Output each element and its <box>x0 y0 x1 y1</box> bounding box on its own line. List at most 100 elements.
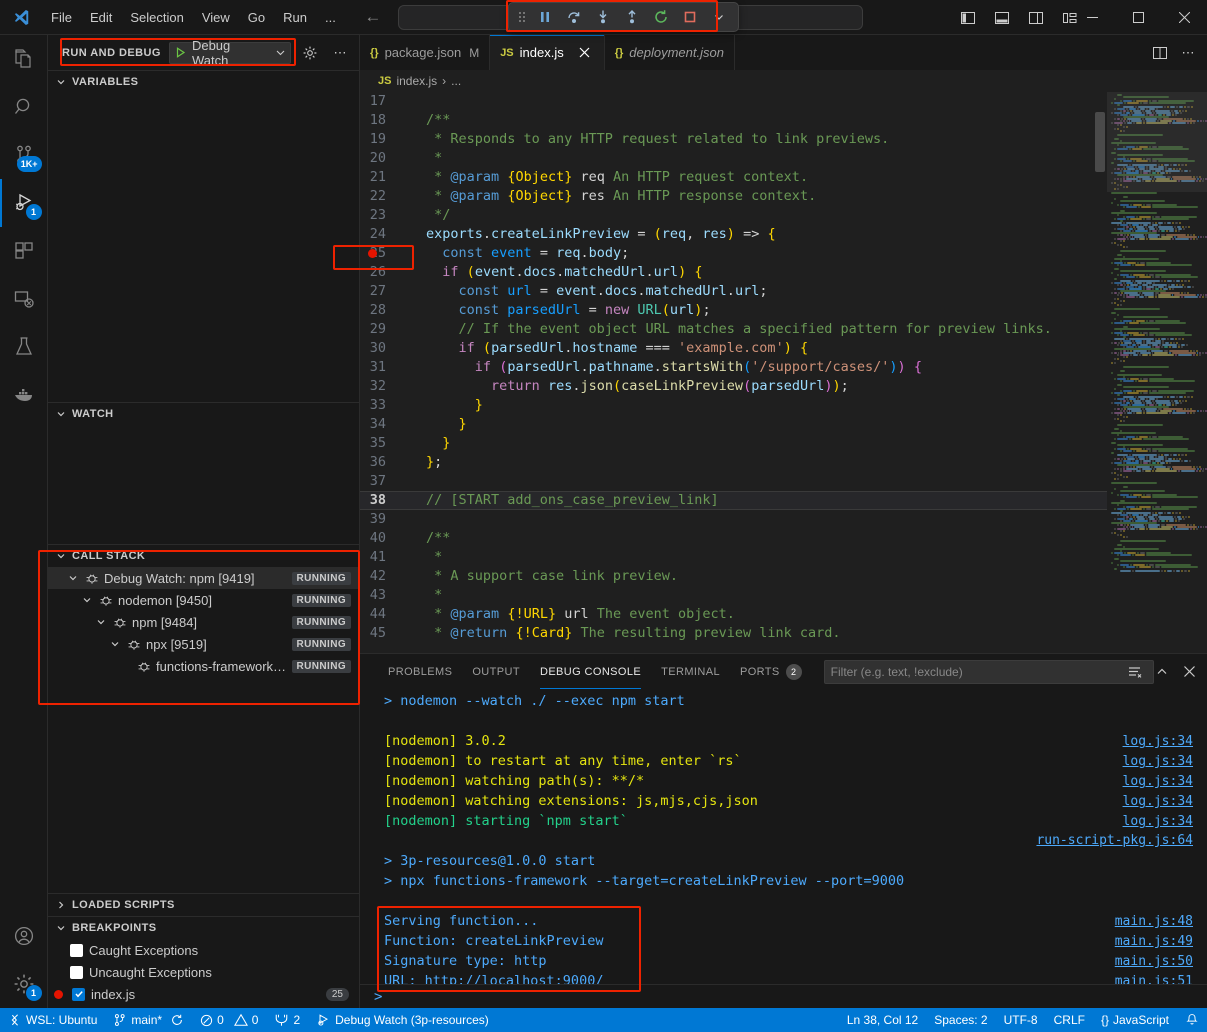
status-encoding[interactable]: UTF-8 <box>996 1008 1046 1032</box>
menu-file[interactable]: File <box>42 6 81 29</box>
call-stack-row[interactable]: functions-framework [954... RUNNING <box>48 655 359 677</box>
status-ports[interactable]: 2 <box>266 1008 308 1032</box>
maximize-button[interactable] <box>1115 0 1161 35</box>
stop-button[interactable] <box>676 5 703 29</box>
status-indentation[interactable]: Spaces: 2 <box>926 1008 995 1032</box>
console-source-link[interactable]: log.js:34 <box>1123 732 1193 752</box>
code-line[interactable]: 24exports.createLinkPreview = (req, res)… <box>360 225 1107 244</box>
toggle-panel-icon[interactable] <box>987 3 1017 33</box>
line-number[interactable]: 42 <box>360 567 408 586</box>
step-out-button[interactable] <box>618 5 645 29</box>
line-number[interactable]: 32 <box>360 377 408 396</box>
minimize-button[interactable] <box>1069 0 1115 35</box>
code-line[interactable]: 36}; <box>360 453 1107 472</box>
console-source-link[interactable]: log.js:34 <box>1123 752 1193 772</box>
launch-configuration-select[interactable]: Debug Watch <box>169 42 291 64</box>
breadcrumb-symbol[interactable]: ... <box>451 74 461 88</box>
console-source-link[interactable]: main.js:49 <box>1115 932 1193 952</box>
breakpoints-list[interactable]: Caught Exceptions Uncaught Exceptions in… <box>48 939 359 1005</box>
console-source-link[interactable]: main.js:48 <box>1115 912 1193 932</box>
line-number[interactable]: 31 <box>360 358 408 377</box>
debug-console-repl-input[interactable]: > <box>360 984 1207 1008</box>
code-line[interactable]: 33 } <box>360 396 1107 415</box>
launch-chevron-down-icon[interactable] <box>275 47 286 58</box>
line-number[interactable]: 29 <box>360 320 408 339</box>
line-number[interactable]: 20 <box>360 149 408 168</box>
panel-tab-output[interactable]: OUTPUT <box>462 654 530 689</box>
call-stack-row[interactable]: nodemon [9450] RUNNING <box>48 589 359 611</box>
tab-index-js[interactable]: JS index.js <box>490 35 605 70</box>
line-number[interactable]: 37 <box>360 472 408 491</box>
code-line[interactable]: 19 * Responds to any HTTP request relate… <box>360 130 1107 149</box>
maximize-panel-chevron-up-icon[interactable] <box>1150 660 1174 684</box>
line-number[interactable]: 19 <box>360 130 408 149</box>
open-launch-json-gear-icon[interactable] <box>299 42 321 64</box>
status-language-mode[interactable]: {} JavaScript <box>1093 1008 1177 1032</box>
panel-tab-terminal[interactable]: TERMINAL <box>651 654 730 689</box>
line-number[interactable]: 26 <box>360 263 408 282</box>
menu-more[interactable]: ... <box>316 6 345 29</box>
minimap-slider[interactable] <box>1107 92 1207 192</box>
console-source-link[interactable]: run-script-pkg.js:64 <box>1036 831 1193 851</box>
status-notifications[interactable] <box>1177 1008 1207 1032</box>
line-number[interactable]: 38 <box>360 491 408 510</box>
code-line[interactable]: 29 // If the event object URL matches a … <box>360 320 1107 339</box>
line-number[interactable]: 36 <box>360 453 408 472</box>
menu-view[interactable]: View <box>193 6 239 29</box>
debug-toolbar[interactable] <box>508 2 739 32</box>
section-header-watch[interactable]: WATCH <box>48 403 359 425</box>
code-line[interactable]: 34 } <box>360 415 1107 434</box>
activity-item-run-and-debug[interactable]: 1 <box>0 179 48 227</box>
breakpoint-checkbox[interactable] <box>72 988 85 1001</box>
start-debugging-play-icon[interactable] <box>174 46 187 59</box>
section-header-variables[interactable]: VARIABLES <box>48 71 359 93</box>
status-git-branch[interactable]: main* <box>105 1008 192 1032</box>
activity-item-explorer[interactable] <box>0 35 48 83</box>
section-header-loaded-scripts[interactable]: LOADED SCRIPTS <box>48 894 359 916</box>
more-actions-chevron-down-icon[interactable] <box>705 5 732 29</box>
chevron-down-icon[interactable] <box>80 595 94 605</box>
line-number[interactable]: 33 <box>360 396 408 415</box>
line-number[interactable]: 45 <box>360 624 408 643</box>
activity-item-docker[interactable] <box>0 371 48 419</box>
code-line[interactable]: 38// [START add_ons_case_preview_link] <box>360 491 1107 510</box>
toggle-secondary-sidebar-icon[interactable] <box>1021 3 1051 33</box>
step-into-button[interactable] <box>589 5 616 29</box>
breakpoint-row-uncaught-exceptions[interactable]: Uncaught Exceptions <box>48 961 359 983</box>
menu-go[interactable]: Go <box>239 6 274 29</box>
console-source-link[interactable]: main.js:50 <box>1115 952 1193 972</box>
code-line[interactable]: 41 * <box>360 548 1107 567</box>
go-back-icon[interactable]: ← <box>363 7 383 27</box>
activity-item-accounts[interactable] <box>0 912 48 960</box>
line-number[interactable]: 24 <box>360 225 408 244</box>
breakpoint-checkbox[interactable] <box>70 944 83 957</box>
status-debug-session[interactable]: Debug Watch (3p-resources) <box>308 1008 497 1032</box>
line-number[interactable]: 43 <box>360 586 408 605</box>
breakpoint-row-caught-exceptions[interactable]: Caught Exceptions <box>48 939 359 961</box>
code-line[interactable]: 30 if (parsedUrl.hostname === 'example.c… <box>360 339 1107 358</box>
status-remote-indicator[interactable]: WSL: Ubuntu <box>0 1008 105 1032</box>
tab-close-icon[interactable] <box>576 44 594 62</box>
activity-item-testing[interactable] <box>0 323 48 371</box>
code-line[interactable]: 35 } <box>360 434 1107 453</box>
breakpoint-gutter-dot-icon[interactable] <box>368 249 377 258</box>
chevron-down-icon[interactable] <box>108 639 122 649</box>
activity-item-extensions[interactable] <box>0 227 48 275</box>
line-number[interactable]: 44 <box>360 605 408 624</box>
menu-run[interactable]: Run <box>274 6 316 29</box>
code-editor[interactable]: 1718/**19 * Responds to any HTTP request… <box>360 92 1207 653</box>
line-number[interactable]: 23 <box>360 206 408 225</box>
code-line[interactable]: 21 * @param {Object} req An HTTP request… <box>360 168 1107 187</box>
menu-bar[interactable]: File Edit Selection View Go Run ... <box>42 6 345 29</box>
close-button[interactable] <box>1161 0 1207 35</box>
code-line[interactable]: 18/** <box>360 111 1107 130</box>
call-stack-row[interactable]: npx [9519] RUNNING <box>48 633 359 655</box>
sidebar-more-actions-icon[interactable]: ⋯ <box>329 42 351 64</box>
code-line[interactable]: 44 * @param {!URL} url The event object. <box>360 605 1107 624</box>
restart-button[interactable] <box>647 5 674 29</box>
activity-item-source-control[interactable]: 1K+ <box>0 131 48 179</box>
status-eol[interactable]: CRLF <box>1046 1008 1093 1032</box>
code-line[interactable]: 22 * @param {Object} res An HTTP respons… <box>360 187 1107 206</box>
code-line[interactable]: 25 const event = req.body; <box>360 244 1107 263</box>
code-line[interactable]: 39 <box>360 510 1107 529</box>
